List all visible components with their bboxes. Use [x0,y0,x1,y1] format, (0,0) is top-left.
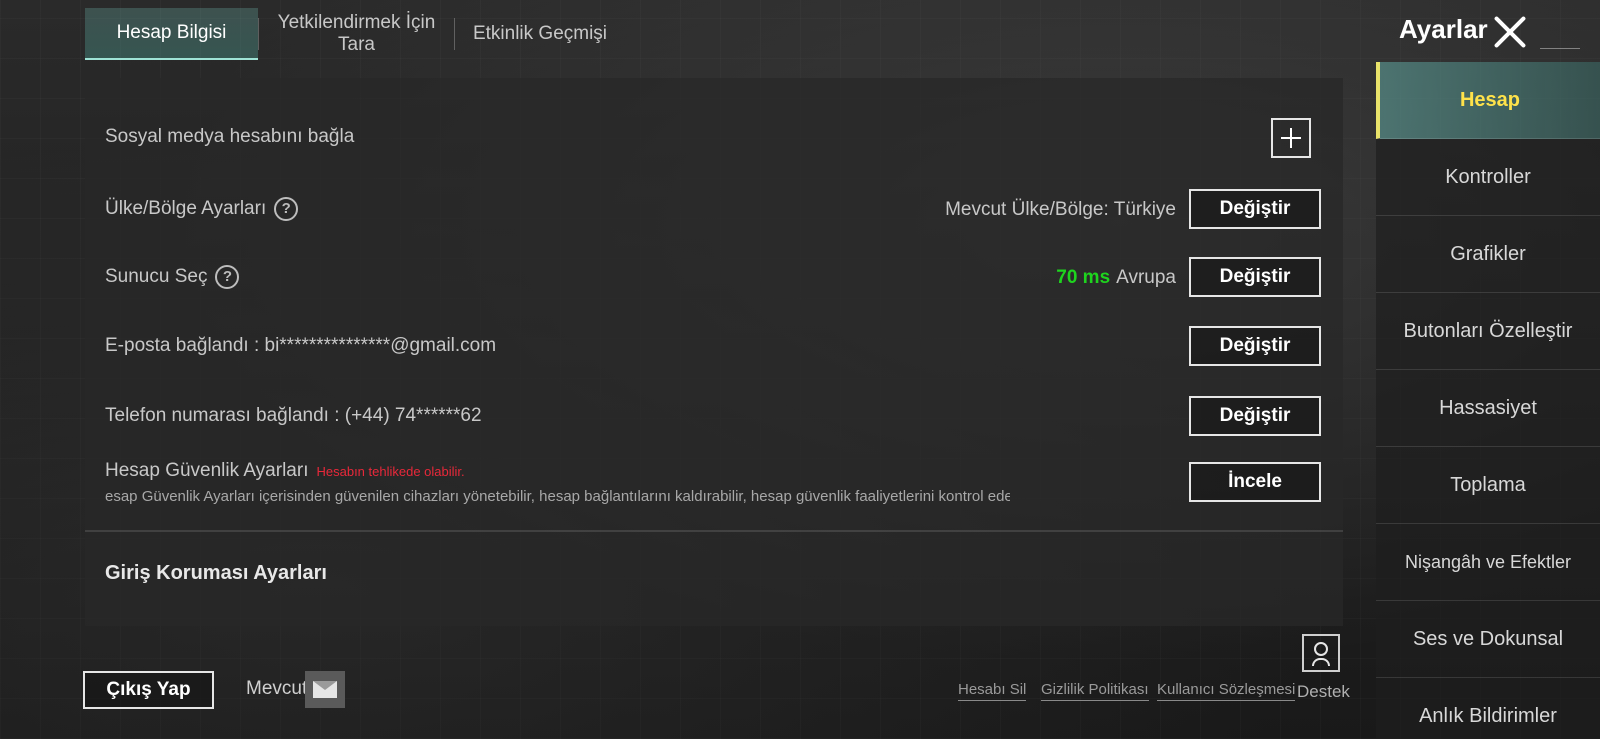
page-title: Ayarlar [1399,14,1488,44]
section-divider [85,530,1343,532]
sidebar-item-scope-effects[interactable]: Nişangâh ve Efektler [1376,524,1600,601]
sidebar-item-customize-buttons[interactable]: Butonları Özelleştir [1376,293,1600,370]
support-head-shape [1314,642,1328,656]
social-label: Sosyal medya hesabını bağla [105,126,355,147]
phone-label: Telefon numarası bağlandı : (+44) 74****… [105,405,482,426]
support-label[interactable]: Destek [1297,682,1350,702]
mail-icon[interactable] [305,671,345,708]
change-region-button[interactable]: Değiştir [1189,189,1321,229]
email-row: E-posta bağlandı : bi***************@gma… [105,326,1321,368]
server-label-wrap: Sunucu Seç? [105,265,240,289]
support-icon[interactable] [1302,634,1340,672]
security-description: esap Güvenlik Ayarları içerisinden güven… [105,488,1010,505]
region-row: Ülke/Bölge Ayarları? Mevcut Ülke/Bölge: … [105,189,1321,231]
security-warning: Hesabın tehlikede olabilir. [316,464,465,479]
plus-icon[interactable] [1271,118,1311,158]
privacy-policy-link[interactable]: Gizlilik Politikası [1041,681,1149,701]
ping-value: 70 ms [1056,267,1111,288]
security-label: Hesap Güvenlik Ayarları [105,460,309,481]
change-server-button[interactable]: Değiştir [1189,257,1321,297]
help-icon[interactable]: ? [274,197,299,221]
login-protection-title: Giriş Koruması Ayarları [105,562,327,584]
delete-account-link[interactable]: Hesabı Sil [958,681,1027,701]
sidebar-item-sensitivity[interactable]: Hassasiyet [1376,370,1600,447]
tab-account-info[interactable]: Hesap Bilgisi [85,8,258,60]
server-label: Sunucu Seç [105,266,208,288]
account-panel: Sosyal medya hesabını bağla Ülke/Bölge A… [85,78,1343,626]
change-email-button[interactable]: Değiştir [1189,326,1321,366]
sidebar-item-controls[interactable]: Kontroller [1376,139,1600,216]
server-row: Sunucu Seç? 70 ms Avrupa Değiştir [105,257,1321,299]
sidebar-item-account[interactable]: Hesap [1376,62,1600,139]
change-phone-button[interactable]: Değiştir [1189,396,1321,436]
logout-button[interactable]: Çıkış Yap [83,671,214,709]
sidebar-item-notifications[interactable]: Anlık Bildirimler [1376,678,1600,739]
support-body-shape [1312,658,1330,666]
security-row: Hesap Güvenlik Ayarları Hesabın tehlikede… [105,460,1321,520]
tab-activity-history[interactable]: Etkinlik Geçmişi [455,8,625,60]
current-label: Mevcut [246,678,308,699]
region-label-wrap: Ülke/Bölge Ayarları? [105,197,299,221]
close-icon[interactable] [1492,14,1528,50]
social-row: Sosyal medya hesabını bağla [105,118,1321,162]
sidebar-item-sound-haptics[interactable]: Ses ve Dokunsal [1376,601,1600,678]
server-region: Avrupa [1116,267,1176,288]
server-info: 70 ms Avrupa [1056,267,1176,289]
email-label: E-posta bağlandı : bi***************@gma… [105,335,497,356]
region-label: Ülke/Bölge Ayarları [105,198,267,220]
security-label-wrap: Hesap Güvenlik Ayarları Hesabın tehlikede… [105,460,465,482]
sidebar-item-pickup[interactable]: Toplama [1376,447,1600,524]
user-agreement-link[interactable]: Kullanıcı Sözleşmesi [1157,681,1296,701]
current-region: Mevcut Ülke/Bölge: Türkiye [945,199,1176,220]
phone-row: Telefon numarası bağlandı : (+44) 74****… [105,396,1321,438]
settings-sidebar: Hesap Kontroller Grafikler Butonları Öze… [1376,62,1600,739]
top-tabs: Hesap Bilgisi Yetkilendirmek İçin Tara E… [85,8,625,60]
envelope-shape [313,681,337,698]
header-line [1540,48,1580,49]
help-icon[interactable]: ? [215,265,240,289]
sidebar-item-graphics[interactable]: Grafikler [1376,216,1600,293]
tab-scan-to-authorize[interactable]: Yetkilendirmek İçin Tara [259,8,454,60]
review-security-button[interactable]: İncele [1189,462,1321,502]
